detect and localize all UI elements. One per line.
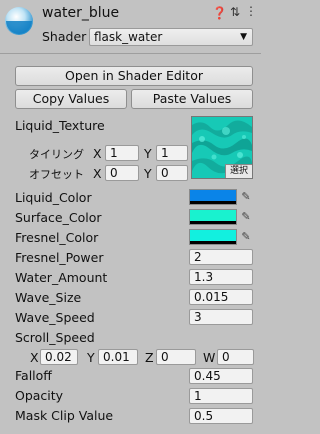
scroll-x-label: X [30,350,39,365]
liquid-color-swatch[interactable] [189,189,237,205]
fresnel-color-label: Fresnel_Color [15,230,99,245]
fresnel-color-fill [190,230,236,241]
falloff-field[interactable]: 0.45 [189,368,253,384]
eyedropper-icon[interactable]: ✎ [239,230,253,244]
offset-label: オフセット [29,168,84,181]
wave-speed-label: Wave_Speed [15,310,95,325]
offset-y-field[interactable]: 0 [156,165,188,181]
scroll-speed-label: Scroll_Speed [15,330,95,345]
fresnel-color-swatch[interactable] [189,229,237,245]
help-icon[interactable]: ❓ [212,6,227,20]
surface-color-fill [190,210,236,221]
liquid-color-label: Liquid_Color [15,190,92,205]
scroll-y-field[interactable]: 0.01 [98,349,138,365]
tiling-label: タイリング [29,148,84,161]
fresnel-power-field[interactable]: 2 [189,249,253,265]
tiling-y-field[interactable]: 1 [156,145,188,161]
scroll-z-label: Z [145,350,154,365]
tiling-x-label: X [93,146,102,161]
wave-size-label: Wave_Size [15,290,82,305]
offset-x-label: X [93,166,102,181]
liquid-texture-label: Liquid_Texture [15,118,105,133]
paste-values-button[interactable]: Paste Values [131,89,253,109]
shader-label: Shader [42,29,87,44]
falloff-label: Falloff [15,368,52,383]
surface-color-label: Surface_Color [15,210,102,225]
texture-thumbnail[interactable]: 選択 [191,116,253,179]
copy-values-button[interactable]: Copy Values [15,89,127,109]
eyedropper-icon[interactable]: ✎ [239,210,253,224]
fresnel-power-label: Fresnel_Power [15,250,104,265]
shader-dropdown[interactable]: flask_water ▼ [89,28,253,46]
scroll-x-field[interactable]: 0.02 [40,349,78,365]
liquid-color-fill [190,190,236,201]
wave-speed-field[interactable]: 3 [189,309,253,325]
chevron-down-icon: ▼ [240,32,247,42]
offset-x-field[interactable]: 0 [105,165,139,181]
wave-size-field[interactable]: 0.015 [189,289,253,305]
water-amount-label: Water_Amount [15,270,108,285]
tiling-y-label: Y [144,146,152,161]
open-shader-editor-button[interactable]: Open in Shader Editor [15,66,253,86]
surface-color-swatch[interactable] [189,209,237,225]
mask-clip-value-label: Mask Clip Value [15,408,114,423]
water-amount-field[interactable]: 1.3 [189,269,253,285]
opacity-label: Opacity [15,388,64,403]
material-preview-icon [4,6,34,36]
tiling-x-field[interactable]: 1 [105,145,139,161]
offset-y-label: Y [144,166,152,181]
header-divider [0,53,261,54]
material-name: water_blue [42,5,120,21]
scroll-w-label: W [203,350,216,365]
preset-settings-icon[interactable]: ⇅ [229,5,241,19]
mask-clip-value-field[interactable]: 0.5 [189,408,253,424]
opacity-field[interactable]: 1 [189,388,253,404]
scroll-w-field[interactable]: 0 [217,349,254,365]
scroll-z-field[interactable]: 0 [156,349,196,365]
scroll-y-label: Y [87,350,95,365]
shader-dropdown-value: flask_water [94,30,163,44]
texture-select-button[interactable]: 選択 [225,164,252,178]
eyedropper-icon[interactable]: ✎ [239,190,253,204]
more-options-icon[interactable]: ⋮ [245,4,257,18]
